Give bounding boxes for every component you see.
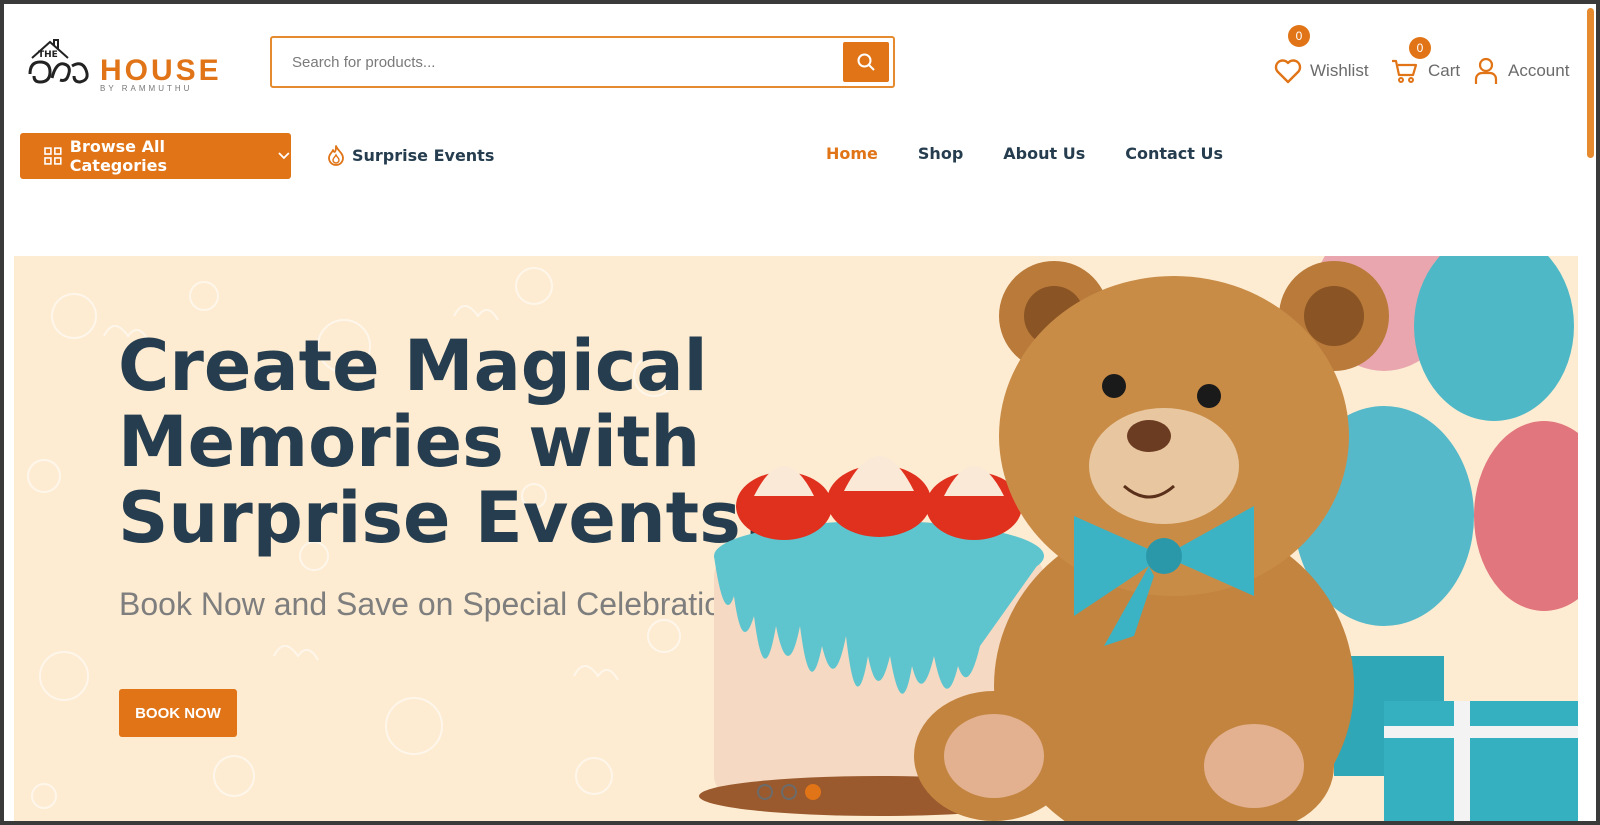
- bear-eye-left: [1102, 374, 1126, 398]
- search-icon: [857, 53, 875, 71]
- slider-dot-2[interactable]: [781, 784, 797, 800]
- nav-about-us[interactable]: About Us: [1003, 144, 1085, 163]
- hero-subtitle: Book Now and Save on Special Celebration…: [119, 586, 765, 622]
- logo-the: THE: [38, 50, 58, 60]
- balloon-blue-right: [1414, 256, 1574, 421]
- slider-pagination: [757, 784, 829, 800]
- logo-house-mark: [28, 39, 89, 84]
- wishlist-link[interactable]: Wishlist: [1274, 56, 1369, 86]
- search-input[interactable]: [292, 48, 812, 76]
- cart-label: Cart: [1428, 61, 1461, 80]
- page-scrollbar[interactable]: [1582, 4, 1596, 821]
- hero-image: [699, 256, 1578, 821]
- flame-icon: [328, 145, 344, 166]
- cart-icon: [1392, 59, 1418, 83]
- bear-eye-right: [1197, 384, 1221, 408]
- bear-nose: [1127, 420, 1171, 452]
- slider-dot-3-active[interactable]: [805, 784, 821, 800]
- heart-icon: [1274, 59, 1302, 84]
- chevron-down-icon: [278, 152, 290, 160]
- slider-dot-1[interactable]: [757, 784, 773, 800]
- hero-slider: Create Magical Memories with Surprise Ev…: [14, 256, 1578, 821]
- nav-contact-us[interactable]: Contact Us: [1125, 144, 1223, 163]
- logo-by: BY RAMMUTHU: [100, 84, 193, 93]
- scrollbar-thumb[interactable]: [1587, 8, 1594, 158]
- main-nav: Home Shop About Us Contact Us: [826, 144, 1263, 163]
- nav-home[interactable]: Home: [826, 144, 878, 163]
- book-now-button[interactable]: BOOK NOW: [119, 689, 237, 737]
- account-label: Account: [1508, 61, 1570, 80]
- cream-swirls: [736, 456, 1022, 540]
- balloon-pink-right: [1474, 421, 1578, 611]
- wishlist-label: Wishlist: [1310, 61, 1369, 80]
- surprise-events-link[interactable]: Surprise Events: [326, 144, 494, 166]
- gift-box-front: [1384, 701, 1578, 821]
- wishlist-count-badge: 0: [1288, 25, 1310, 47]
- grid-icon: [44, 147, 62, 165]
- user-icon: [1474, 57, 1498, 84]
- site-logo[interactable]: THE HOUSE BY RAMMUTHU: [24, 34, 219, 94]
- search-button[interactable]: [843, 42, 889, 82]
- cart-link[interactable]: Cart: [1390, 56, 1460, 86]
- account-link[interactable]: Account: [1474, 56, 1569, 86]
- gift-ribbon-horizontal: [1384, 726, 1578, 738]
- search-bar: [270, 36, 895, 88]
- browser-viewport: THE HOUSE BY RAMMUTHU Wishlist 0 Cart 0: [4, 4, 1596, 821]
- logo-house: HOUSE: [100, 54, 222, 87]
- surprise-events-label: Surprise Events: [352, 145, 495, 165]
- cart-count-badge: 0: [1409, 37, 1431, 59]
- gift-ribbon-vertical: [1454, 701, 1470, 821]
- browse-categories-label: Browse All Categories: [69, 137, 167, 175]
- nav-shop[interactable]: Shop: [918, 144, 963, 163]
- browse-categories-button[interactable]: Browse All Categories: [20, 133, 291, 179]
